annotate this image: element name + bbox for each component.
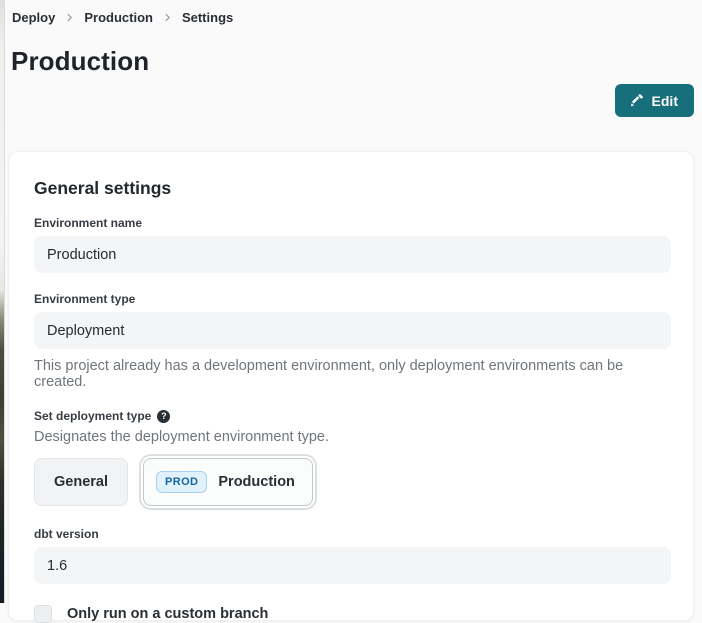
environment-name-label: Environment name <box>34 216 669 230</box>
prod-badge: PROD <box>156 471 207 493</box>
deployment-type-production-label: Production <box>218 474 295 490</box>
dbt-version-field: dbt version 1.6 <box>34 527 669 584</box>
question-circle-icon[interactable] <box>157 410 170 423</box>
deployment-type-label-row: Set deployment type <box>34 409 669 423</box>
general-settings-card: General settings Environment name Produc… <box>8 151 694 621</box>
pencil-icon <box>629 94 643 108</box>
environment-settings-page: Deploy Production Settings Production Ed… <box>0 0 702 621</box>
edit-button[interactable]: Edit <box>615 84 694 117</box>
deployment-type-description: Designates the deployment environment ty… <box>34 429 669 445</box>
environment-type-input[interactable]: Deployment <box>34 312 671 349</box>
environment-type-label: Environment type <box>34 292 669 306</box>
deployment-type-general-button[interactable]: General <box>34 458 128 506</box>
chevron-right-icon <box>162 12 173 23</box>
breadcrumb: Deploy Production Settings <box>12 10 702 25</box>
environment-name-input[interactable]: Production <box>34 236 671 273</box>
deployment-type-label: Set deployment type <box>34 409 151 423</box>
page-title: Production <box>11 46 702 77</box>
custom-branch-row: Only run on a custom branch <box>34 605 669 623</box>
custom-branch-label: Only run on a custom branch <box>67 606 268 622</box>
deployment-type-production-button[interactable]: PROD Production <box>143 458 313 506</box>
dbt-version-input[interactable]: 1.6 <box>34 547 671 584</box>
card-heading: General settings <box>34 178 669 199</box>
breadcrumb-deploy[interactable]: Deploy <box>12 10 55 25</box>
environment-type-field: Environment type Deployment This project… <box>34 292 669 390</box>
environment-type-help-text: This project already has a development e… <box>34 358 669 390</box>
header-actions: Edit <box>0 84 694 117</box>
deployment-type-section: Set deployment type Designates the deplo… <box>34 409 669 506</box>
custom-branch-checkbox[interactable] <box>34 605 52 623</box>
environment-name-field: Environment name Production <box>34 216 669 273</box>
dbt-version-label: dbt version <box>34 527 669 541</box>
chevron-right-icon <box>64 12 75 23</box>
breadcrumb-production[interactable]: Production <box>84 10 153 25</box>
edit-button-label: Edit <box>652 93 678 109</box>
deployment-type-options: General PROD Production <box>34 458 669 506</box>
breadcrumb-settings: Settings <box>182 10 233 25</box>
